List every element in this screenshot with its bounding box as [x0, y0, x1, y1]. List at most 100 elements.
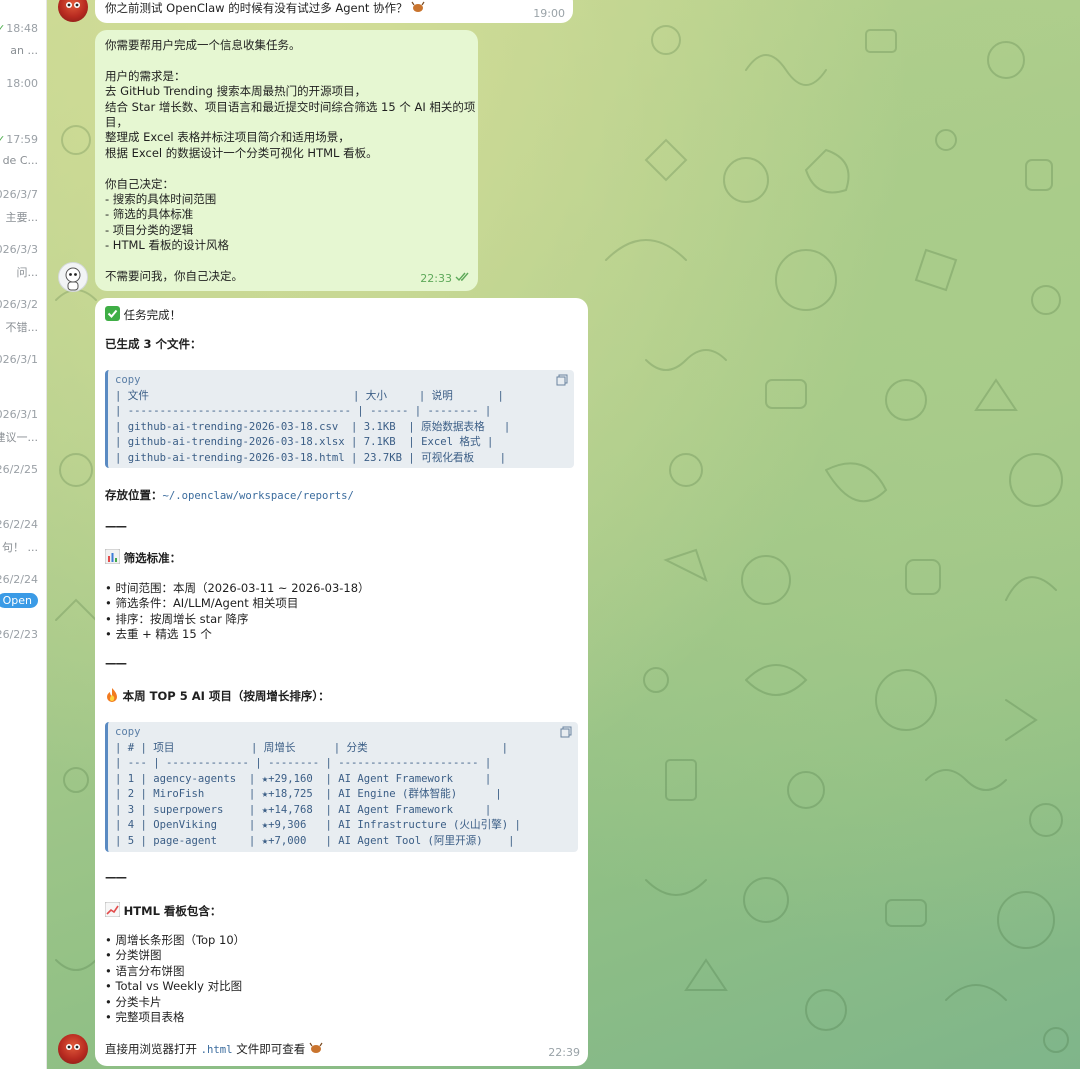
chat-list-time[interactable]: 26/2/23 [0, 628, 38, 641]
chat-list-sidebar: ✓18:48 an ... 18:00 ✓17:59 de C... 026/3… [0, 0, 47, 1069]
message-line [105, 254, 468, 269]
message-line [105, 53, 468, 68]
chat-list-time[interactable]: 026/3/1 [0, 353, 38, 366]
message-bubble-outgoing[interactable]: 你需要帮用户完成一个信息收集任务。 用户的需求是：去 GitHub Trendin… [95, 30, 478, 291]
robot-icon [65, 267, 81, 291]
message-text: 你需要帮用户完成一个信息收集任务。 用户的需求是：去 GitHub Trendin… [105, 38, 476, 284]
chat-list-preview[interactable]: de C... [3, 154, 38, 167]
top5-code-block: copy | # | 项目 | 周增长 | 分类 | | --- | ------… [105, 722, 578, 852]
code-line: | 4 | OpenViking | ★+9,306 | AI Infrastr… [115, 819, 521, 831]
fire-emoji-icon [105, 687, 119, 706]
code-line: | 1 | agency-agents | ★+29,160 | AI Agen… [115, 772, 492, 785]
chat-list-preview[interactable]: 句！ ... [2, 539, 38, 555]
copy-icon[interactable] [556, 374, 568, 386]
code-line: | ----------------------------------- | … [115, 405, 492, 417]
message-line: 目， [105, 115, 128, 130]
code-line: | 5 | page-agent | ★+7,000 | AI Agent To… [115, 834, 515, 847]
message-line: - 项目分类的逻辑 [105, 222, 194, 237]
bar-chart-emoji-icon [104, 548, 121, 568]
divider: —— [105, 656, 127, 670]
message-line: 不需要问我，你自己决定。 [105, 269, 243, 284]
bullet-item: • 语言分布饼图 [105, 963, 185, 978]
message-bubble-incoming[interactable]: 任务完成！ 已生成 3 个文件： copy | 文件 | 大小 | 说明 | | … [95, 298, 588, 1066]
bullet-item: • 分类饼图 [105, 948, 162, 963]
location-label: 存放位置： [105, 488, 163, 502]
lobster-emoji-icon [411, 0, 425, 18]
chat-list-time[interactable]: 26/2/25 [0, 463, 38, 476]
divider: —— [105, 519, 127, 533]
chat-list-preview[interactable]: 不错... [6, 319, 39, 335]
message-line: - 筛选的具体标准 [105, 207, 194, 222]
chat-list-time[interactable]: ✓18:48 [0, 22, 38, 35]
code-line: | --- | ------------- | -------- | -----… [115, 757, 492, 769]
location-path[interactable]: ~/.openclaw/workspace/reports/ [163, 490, 354, 502]
chat-list-time[interactable]: 026/3/7 [0, 188, 38, 201]
bullet-item: • 周增长条形图（Top 10） [105, 933, 246, 947]
code-line: | github-ai-trending-2026-03-18.csv | 3.… [115, 420, 511, 433]
chat-list-preview[interactable]: 问... [17, 264, 39, 280]
closing-text: 文件即可查看 [236, 1042, 306, 1056]
code-line: | 3 | superpowers | ★+14,768 | AI Agent … [115, 803, 492, 816]
bot-avatar[interactable] [58, 262, 88, 292]
message-line: 去 GitHub Trending 搜索本周最热门的开源项目， [105, 84, 367, 99]
bullet-item: • 完整项目表格 [105, 1010, 185, 1025]
bullet-item: • 分类卡片 [105, 994, 162, 1009]
chat-list-time[interactable]: 26/2/24 [0, 518, 38, 531]
code-copy-label[interactable]: copy [115, 373, 567, 389]
files-heading: 已生成 3 个文件： [105, 337, 202, 351]
check-mark-emoji-icon [105, 306, 120, 325]
chat-list-preview-badge[interactable]: Open [0, 593, 38, 608]
chat-list-preview[interactable]: an ... [10, 44, 38, 57]
criteria-heading: 筛选标准： [123, 551, 182, 565]
message-time: 22:39 [548, 1045, 580, 1059]
inline-code: .html [200, 1044, 233, 1056]
files-code-block: copy | 文件 | 大小 | 说明 | | -----------------… [105, 370, 574, 468]
message-time: 19:00 [533, 7, 565, 20]
message-line: 用户的需求是： [105, 68, 186, 83]
bullet-item: • 筛选条件：AI/LLM/Agent 相关项目 [105, 596, 299, 611]
chat-list-preview[interactable]: 主要... [6, 209, 39, 225]
bullet-item: • 去重 + 精选 15 个 [105, 627, 212, 642]
message-line: 你需要帮用户完成一个信息收集任务。 [105, 38, 301, 52]
chat-list-time[interactable]: 026/3/1 [0, 408, 38, 421]
message-bubble-incoming[interactable]: 你之前测试 OpenClaw 的时候有没有试过多 Agent 协作？ 19:00 [95, 0, 573, 23]
files-table: | 文件 | 大小 | 说明 | | ----------------------… [115, 389, 567, 467]
bullet-item: • 排序：按周增长 star 降序 [105, 611, 249, 626]
code-line: | 文件 | 大小 | 说明 | [115, 389, 504, 402]
chart-increasing-emoji-icon [104, 901, 121, 921]
bullet-item: • 时间范围：本周（2026-03-11 ~ 2026-03-18） [105, 581, 370, 595]
chat-list-time[interactable]: ✓17:59 [0, 133, 38, 146]
chat-list-time[interactable]: 026/3/3 [0, 243, 38, 256]
chat-list-preview[interactable]: 建议一... [0, 429, 38, 445]
chat-list-time[interactable]: 026/3/2 [0, 298, 38, 311]
code-line: | github-ai-trending-2026-03-18.xlsx | 7… [115, 436, 494, 448]
code-line: | 2 | MiroFish | ★+18,725 | AI Engine (群… [115, 788, 502, 800]
closing-text: 直接用浏览器打开 [105, 1042, 197, 1056]
message-line: 根据 Excel 的数据设计一个分类可视化 HTML 看板。 [105, 145, 378, 160]
code-line: | # | 项目 | 周增长 | 分类 | [115, 741, 509, 754]
read-check-icon: ✓ [0, 133, 5, 146]
message-line: - 搜索的具体时间范围 [105, 192, 217, 207]
code-line: | github-ai-trending-2026-03-18.html | 2… [115, 451, 507, 464]
code-copy-label[interactable]: copy [115, 725, 571, 741]
message-time: 22:33 [420, 271, 452, 285]
lobster-emoji-icon [309, 1041, 323, 1059]
divider: —— [105, 870, 127, 884]
copy-icon[interactable] [560, 726, 572, 738]
criteria-list: • 时间范围：本周（2026-03-11 ~ 2026-03-18） • 筛选条件… [105, 581, 370, 643]
dashboard-list: • 周增长条形图（Top 10） • 分类饼图 • 语言分布饼图 • Total vs… [105, 933, 245, 1025]
message-line [105, 161, 468, 176]
message-line: 结合 Star 增长数、项目语言和最近提交时间综合筛选 15 个 AI 相关的项 [105, 99, 476, 114]
top5-heading: 本周 TOP 5 AI 项目（按周增长排序）： [122, 689, 330, 703]
double-check-icon [455, 271, 471, 286]
chat-list-time[interactable]: 26/2/24 [0, 573, 38, 586]
message-text: 你之前测试 OpenClaw 的时候有没有试过多 Agent 协作？ [105, 1, 408, 15]
task-done-text: 任务完成！ [123, 308, 182, 322]
closing-line: 直接用浏览器打开 .html 文件即可查看 [105, 1041, 323, 1059]
mascot-icon [66, 1044, 80, 1050]
message-line: - HTML 看板的设计风格 [105, 238, 229, 253]
dashboard-heading: HTML 看板包含： [123, 904, 222, 918]
sender-avatar[interactable] [58, 1034, 88, 1064]
chat-list-time[interactable]: 18:00 [6, 77, 38, 90]
bullet-item: • Total vs Weekly 对比图 [105, 979, 243, 994]
